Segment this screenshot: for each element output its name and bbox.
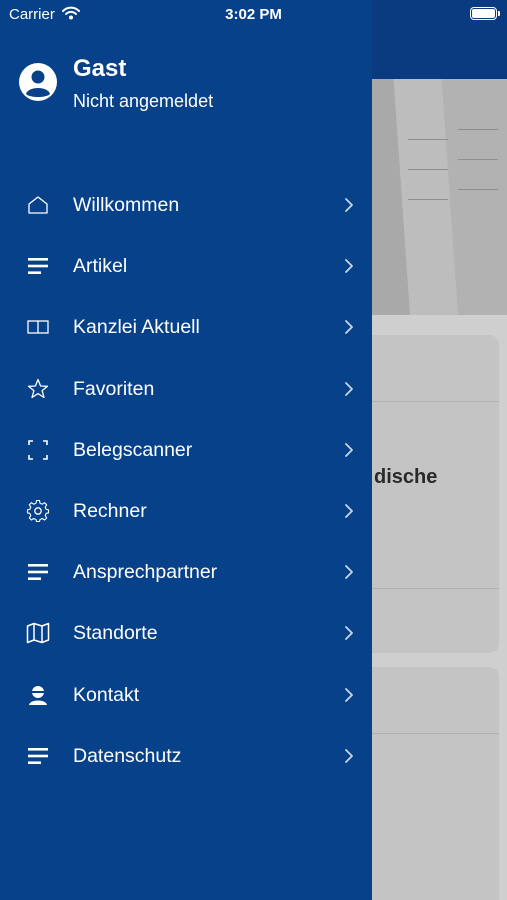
background-hero-image — [372, 79, 507, 315]
menu-item-favoriten[interactable]: Favoriten — [0, 358, 372, 419]
menu-item-label: Artikel — [73, 255, 128, 278]
menu-item-label: Datenschutz — [73, 744, 182, 767]
menu-item-artikel[interactable]: Artikel — [0, 235, 372, 296]
chevron-right-icon — [345, 442, 353, 457]
menu-item-willkommen[interactable]: Willkommen — [0, 174, 372, 235]
menu-item-label: Kanzlei Aktuell — [73, 316, 200, 339]
status-bar-time: 3:02 PM — [225, 6, 282, 23]
chevron-right-icon — [345, 381, 353, 396]
user-header[interactable]: Gast Nicht angemeldet — [0, 50, 372, 125]
menu-item-label: Rechner — [73, 499, 147, 522]
menu-item-datenschutz[interactable]: Datenschutz — [0, 725, 372, 786]
menu-item-label: Willkommen — [73, 194, 180, 216]
status-bar: Carrier 3:02 PM — [0, 0, 507, 28]
menu-item-label: Ansprechpartner — [73, 561, 218, 584]
menu-item-rechner[interactable]: Rechner — [0, 480, 372, 541]
list-icon — [28, 564, 48, 581]
side-drawer: Gast Nicht angemeldet Willkommen Artikel — [0, 0, 372, 900]
menu-item-label: Belegscanner — [73, 438, 193, 461]
user-name: Gast — [73, 55, 127, 82]
contact-icon — [29, 685, 47, 705]
list-icon — [28, 747, 48, 764]
book-icon — [27, 320, 49, 335]
battery-icon — [470, 7, 500, 20]
user-avatar-icon — [19, 63, 57, 101]
chevron-right-icon — [345, 748, 353, 763]
chevron-right-icon — [345, 504, 353, 518]
gear-icon — [26, 499, 50, 522]
scan-icon — [28, 439, 48, 460]
background-card-title: dische — [374, 466, 438, 488]
menu-item-label: Kontakt — [73, 683, 140, 706]
chevron-right-icon — [345, 198, 353, 212]
menu-item-label: Standorte — [73, 622, 158, 645]
map-icon — [26, 623, 50, 644]
chevron-right-icon — [345, 259, 353, 274]
chevron-right-icon — [345, 626, 353, 641]
list-icon — [28, 258, 48, 275]
star-icon — [27, 378, 49, 398]
chevron-right-icon — [345, 565, 353, 580]
drawer-menu: Willkommen Artikel Kanzlei Aktuell Favor… — [0, 174, 372, 786]
background-card[interactable] — [350, 667, 499, 900]
menu-item-standorte[interactable]: Standorte — [0, 602, 372, 663]
menu-item-label: Favoriten — [73, 377, 155, 400]
chevron-right-icon — [345, 687, 353, 702]
chevron-right-icon — [345, 320, 353, 335]
user-login-status: Nicht angemeldet — [73, 91, 214, 111]
menu-item-ansprechpartner[interactable]: Ansprechpartner — [0, 541, 372, 602]
menu-item-belegscanner[interactable]: Belegscanner — [0, 419, 372, 480]
background-card[interactable] — [350, 335, 499, 653]
home-icon — [28, 196, 48, 214]
menu-item-kanzlei-aktuell[interactable]: Kanzlei Aktuell — [0, 296, 372, 357]
menu-item-kontakt[interactable]: Kontakt — [0, 664, 372, 725]
